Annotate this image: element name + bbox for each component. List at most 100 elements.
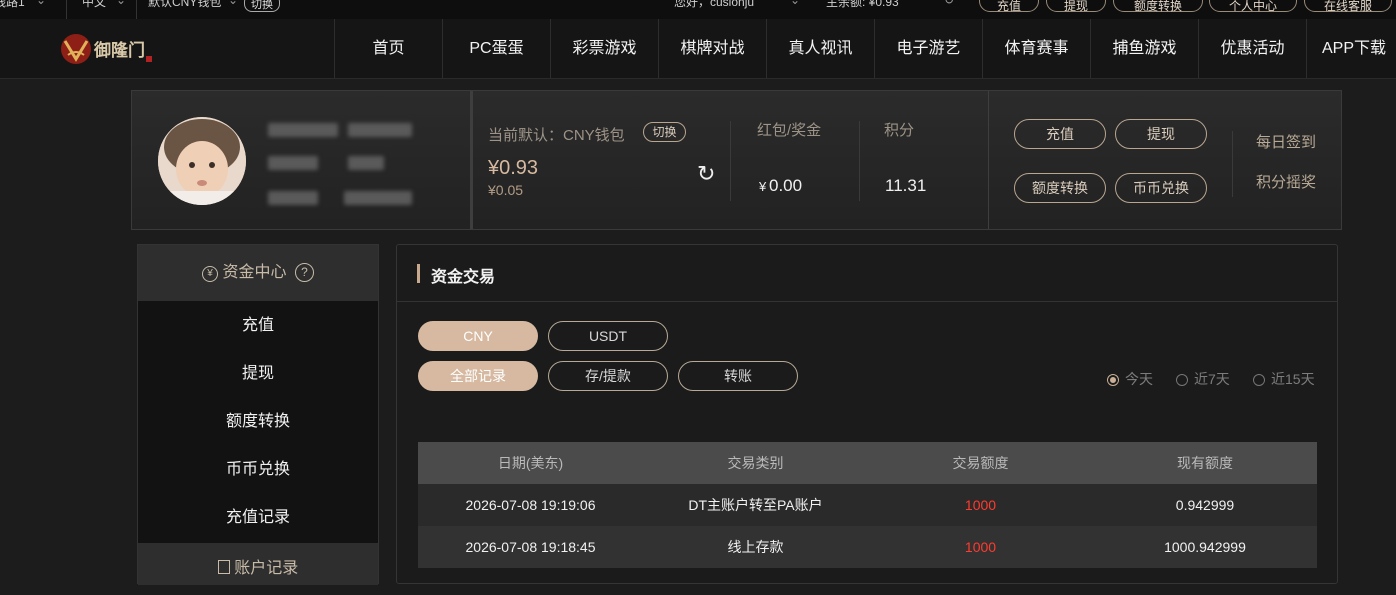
cell-date: 2026-07-08 19:19:06: [465, 497, 596, 513]
table-header-row: 日期(美东) 交易类别 交易额度 现有额度: [418, 442, 1317, 484]
divider: [66, 0, 67, 19]
range-today-radio[interactable]: 今天: [1107, 369, 1153, 389]
masked-info: [348, 123, 412, 137]
cell-balance: 1000.942999: [1164, 539, 1246, 555]
divider: [470, 91, 473, 229]
radio-icon: [1107, 374, 1119, 386]
points-lottery-link[interactable]: 积分摇奖: [1256, 171, 1316, 192]
range-15days-radio[interactable]: 近15天: [1253, 369, 1315, 389]
cell-type: DT主账户转至PA账户: [688, 497, 823, 513]
column-header-balance: 现有额度: [1177, 455, 1233, 471]
points-label: 积分: [884, 122, 915, 139]
tab-deposit-withdraw[interactable]: 存/提款: [548, 361, 668, 391]
radio-icon: [1176, 374, 1188, 386]
avatar-image-icon: [158, 117, 246, 205]
funds-sidebar: ¥ 资金中心 ? 充值 提现 额度转换 币币兑换 充值记录 账户记录: [137, 244, 379, 585]
greeting-text: 您好，cuslonju: [674, 0, 755, 9]
cell-amount: 1000: [964, 497, 997, 513]
topbar-withdraw-button[interactable]: 提现: [1046, 0, 1106, 13]
column-header-type: 交易类别: [727, 455, 784, 471]
wallet-sub-balance: ¥0.05: [488, 182, 524, 198]
topbar-profile-button[interactable]: 个人中心: [1209, 0, 1297, 13]
sidebar-item-deposit[interactable]: 充值: [138, 302, 378, 350]
daily-checkin-link[interactable]: 每日签到: [1256, 131, 1316, 152]
brand-logo[interactable]: 御隆门: [58, 29, 158, 69]
cell-amount: 1000: [964, 539, 997, 555]
svg-text:御隆门: 御隆门: [93, 40, 145, 61]
nav-sports[interactable]: 体育赛事: [982, 19, 1090, 78]
divider: [730, 121, 731, 201]
logo-emblem-icon: 御隆门: [61, 34, 152, 64]
sidebar-item-exchange[interactable]: 币币兑换: [138, 446, 378, 494]
chevron-down-icon: ⌄: [116, 0, 127, 7]
top-bar: 线路1 ⌄ 中文 ⌄ 默认CNY钱包 ⌄ 切换 您好，cuslonju ⌄ 主余…: [0, 0, 1396, 19]
points-value: 11.31: [885, 176, 927, 195]
wallet-switch-pill[interactable]: 切换: [643, 122, 686, 142]
cell-date: 2026-07-08 19:18:45: [465, 539, 596, 555]
table-row: 2026-07-08 19:19:06 DT主账户转至PA账户 1000 0.9…: [418, 484, 1317, 526]
chevron-down-icon: ⌄: [790, 0, 801, 7]
yen-coin-icon: ¥: [202, 266, 219, 282]
refresh-icon[interactable]: ↻: [944, 0, 954, 7]
masked-vip: [268, 156, 318, 170]
profile-card: 当前默认：CNY钱包 切换 ¥0.93 ¥0.05 ↻ 红包/奖金 ¥ 0.00…: [131, 90, 1342, 230]
masked-info: [344, 191, 412, 205]
nav-live-casino[interactable]: 真人视讯: [766, 19, 874, 78]
transfer-button[interactable]: 额度转换: [1014, 173, 1106, 203]
panel-header: 资金交易: [397, 245, 1337, 302]
nav-fishing[interactable]: 捕鱼游戏: [1090, 19, 1198, 78]
tab-transfer[interactable]: 转账: [678, 361, 798, 391]
topbar-deposit-button[interactable]: 充值: [979, 0, 1039, 13]
tab-cny[interactable]: CNY: [418, 321, 538, 351]
title-accent-bar: [417, 264, 420, 283]
nav-home[interactable]: 首页: [334, 19, 442, 78]
topbar-transfer-button[interactable]: 额度转换: [1113, 0, 1203, 13]
default-wallet-label: 默认CNY钱包: [148, 0, 222, 9]
masked-username: [268, 123, 338, 137]
nav-chess[interactable]: 棋牌对战: [658, 19, 766, 78]
nav-promotions[interactable]: 优惠活动: [1198, 19, 1306, 78]
cell-balance: 0.942999: [1175, 497, 1235, 513]
divider: [136, 0, 137, 19]
sidebar-item-withdraw[interactable]: 提现: [138, 350, 378, 398]
nav-pc-dandan[interactable]: PC蛋蛋: [442, 19, 550, 78]
exchange-button[interactable]: 币币兑换: [1115, 173, 1207, 203]
main-balance-text: 主余额: ¥0.93: [826, 0, 899, 9]
redpack-value: 0.00: [769, 176, 803, 195]
radio-label: 近7天: [1194, 371, 1230, 387]
radio-label: 今天: [1125, 371, 1153, 387]
topbar-support-button[interactable]: 在线客服: [1304, 0, 1392, 13]
sidebar-item-transfer[interactable]: 额度转换: [138, 398, 378, 446]
sidebar-section-label: 资金中心: [222, 264, 287, 281]
refresh-icon[interactable]: ↻: [697, 161, 715, 187]
masked-login: [268, 191, 318, 205]
sidebar-section-funds[interactable]: ¥ 资金中心 ?: [138, 245, 378, 301]
divider: [1232, 131, 1233, 197]
deposit-button[interactable]: 充值: [1014, 119, 1106, 149]
masked-info: [348, 156, 384, 170]
default-wallet-text: 当前默认：CNY钱包: [488, 127, 625, 144]
line-selector[interactable]: 线路1: [0, 0, 25, 10]
nav-slots[interactable]: 电子游艺: [874, 19, 982, 78]
cell-type: 线上存款: [727, 539, 784, 555]
tab-all-records[interactable]: 全部记录: [418, 361, 538, 391]
nav-lottery[interactable]: 彩票游戏: [550, 19, 658, 78]
range-7days-radio[interactable]: 近7天: [1176, 369, 1230, 389]
chevron-down-icon: ⌄: [228, 0, 239, 7]
sidebar-item-deposit-records[interactable]: 充值记录: [138, 494, 378, 542]
table-row: 2026-07-08 19:18:45 线上存款 1000 1000.94299…: [418, 526, 1317, 568]
main-nav: 御隆门 首页 PC蛋蛋 彩票游戏 棋牌对战 真人视讯 电子游艺 体育赛事 捕鱼游…: [0, 19, 1396, 79]
help-icon[interactable]: ?: [294, 263, 314, 282]
chevron-down-icon: ⌄: [36, 0, 47, 7]
avatar[interactable]: [158, 117, 246, 205]
radio-label: 近15天: [1271, 371, 1315, 387]
divider: [988, 91, 989, 229]
withdraw-button[interactable]: 提现: [1115, 119, 1207, 149]
sidebar-section-label: 账户记录: [234, 560, 299, 577]
tab-usdt[interactable]: USDT: [548, 321, 668, 351]
wallet-balance: ¥0.93: [488, 157, 539, 179]
nav-app-download[interactable]: APP下载: [1306, 19, 1396, 78]
redpack-label: 红包/奖金: [757, 122, 822, 139]
wallet-switch-button[interactable]: 切换: [244, 0, 280, 12]
language-selector[interactable]: 中文: [82, 0, 106, 10]
